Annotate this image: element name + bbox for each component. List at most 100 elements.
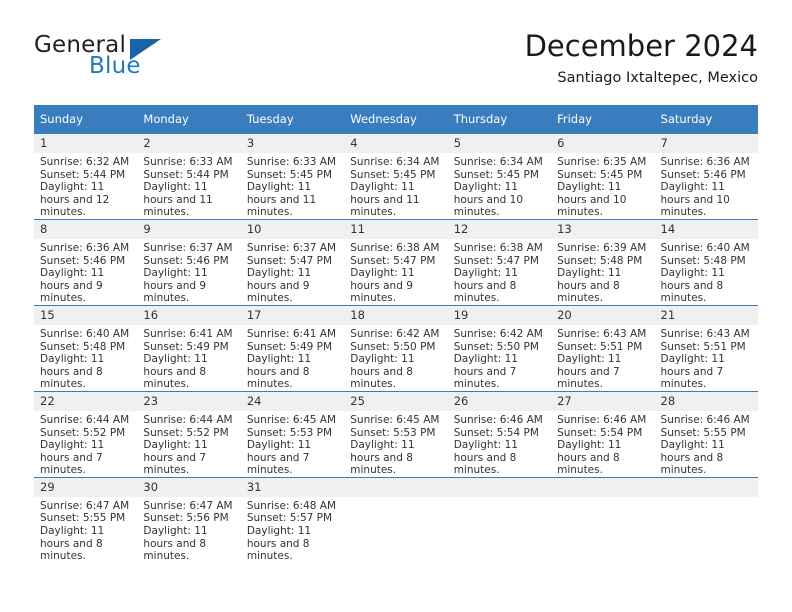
day-info: Sunrise: 6:42 AM Sunset: 5:50 PM Dayligh… <box>344 325 447 391</box>
sunrise-text: Sunrise: 6:40 AM <box>40 327 130 340</box>
day-info: Sunrise: 6:33 AM Sunset: 5:45 PM Dayligh… <box>241 153 344 219</box>
day-number: 11 <box>344 219 448 239</box>
sunset-text: Sunset: 5:50 PM <box>350 340 436 353</box>
page-subtitle: Santiago Ixtaltepec, Mexico <box>557 70 758 86</box>
day-number: 13 <box>551 219 655 239</box>
day-cell[interactable]: 23 Sunrise: 6:44 AM Sunset: 5:52 PM Dayl… <box>137 390 241 478</box>
day-info: Sunrise: 6:45 AM Sunset: 5:53 PM Dayligh… <box>344 411 447 477</box>
sunrise-text: Sunrise: 6:46 AM <box>660 413 750 426</box>
day-cell[interactable]: 10 Sunrise: 6:37 AM Sunset: 5:47 PM Dayl… <box>240 218 345 306</box>
day-cell[interactable]: 19 Sunrise: 6:42 AM Sunset: 5:50 PM Dayl… <box>447 304 552 392</box>
day-number: 29 <box>34 477 138 497</box>
day-info: Sunrise: 6:37 AM Sunset: 5:46 PM Dayligh… <box>137 239 240 305</box>
day-number: 25 <box>344 391 448 411</box>
day-number: 2 <box>137 134 241 153</box>
day-number: 22 <box>34 391 138 411</box>
day-cell[interactable]: 17 Sunrise: 6:41 AM Sunset: 5:49 PM Dayl… <box>240 304 345 392</box>
day-info: Sunrise: 6:38 AM Sunset: 5:47 PM Dayligh… <box>448 239 551 305</box>
sunset-text: Sunset: 5:45 PM <box>350 168 436 181</box>
day-number: 6 <box>551 134 655 153</box>
day-cell[interactable]: 14 Sunrise: 6:40 AM Sunset: 5:48 PM Dayl… <box>654 218 758 306</box>
sunrise-text: Sunrise: 6:37 AM <box>143 241 233 254</box>
day-number <box>551 477 655 497</box>
calendar-page: General Blue December 2024 Santiago Ixta… <box>0 0 792 612</box>
day-info: Sunrise: 6:43 AM Sunset: 5:51 PM Dayligh… <box>655 325 758 391</box>
week-row: 15 Sunrise: 6:40 AM Sunset: 5:48 PM Dayl… <box>34 304 758 392</box>
sunrise-text: Sunrise: 6:37 AM <box>246 241 337 254</box>
day-info: Sunrise: 6:46 AM Sunset: 5:55 PM Dayligh… <box>655 411 758 477</box>
day-info: Sunrise: 6:46 AM Sunset: 5:54 PM Dayligh… <box>551 411 654 477</box>
day-number: 15 <box>34 305 138 325</box>
day-number: 27 <box>551 391 655 411</box>
weekday-header-thursday: Thursday <box>447 105 552 134</box>
daylight-text: Daylight: 11 hours and 8 minutes. <box>40 525 105 563</box>
sunrise-text: Sunrise: 6:39 AM <box>557 241 647 254</box>
day-info: Sunrise: 6:39 AM Sunset: 5:48 PM Dayligh… <box>551 239 654 305</box>
day-cell[interactable]: 24 Sunrise: 6:45 AM Sunset: 5:53 PM Dayl… <box>240 390 345 478</box>
sunset-text: Sunset: 5:48 PM <box>557 254 643 267</box>
day-cell[interactable]: 12 Sunrise: 6:38 AM Sunset: 5:47 PM Dayl… <box>447 218 552 306</box>
day-number: 19 <box>447 305 552 325</box>
weekday-header-monday: Monday <box>137 105 241 134</box>
day-number: 8 <box>34 219 138 239</box>
week-row: 29 Sunrise: 6:47 AM Sunset: 5:55 PM Dayl… <box>34 476 758 563</box>
day-number: 9 <box>137 219 241 239</box>
day-cell[interactable]: 31 Sunrise: 6:48 AM Sunset: 5:57 PM Dayl… <box>240 476 345 563</box>
day-number: 10 <box>240 219 345 239</box>
day-cell[interactable]: 15 Sunrise: 6:40 AM Sunset: 5:48 PM Dayl… <box>34 304 138 392</box>
day-number: 26 <box>447 391 552 411</box>
day-number <box>344 477 448 497</box>
sunrise-text: Sunrise: 6:33 AM <box>143 156 233 168</box>
sunset-text: Sunset: 5:45 PM <box>246 168 333 181</box>
day-cell[interactable]: 18 Sunrise: 6:42 AM Sunset: 5:50 PM Dayl… <box>344 304 448 392</box>
daylight-text: Daylight: 11 hours and 10 minutes. <box>453 181 523 219</box>
sunrise-text: Sunrise: 6:45 AM <box>246 413 337 426</box>
day-cell[interactable]: 7 Sunrise: 6:36 AM Sunset: 5:46 PM Dayli… <box>654 133 758 220</box>
daylight-text: Daylight: 11 hours and 11 minutes. <box>350 181 420 219</box>
daylight-text: Daylight: 11 hours and 7 minutes. <box>557 353 622 391</box>
sunrise-text: Sunrise: 6:36 AM <box>660 156 750 168</box>
day-cell[interactable]: 22 Sunrise: 6:44 AM Sunset: 5:52 PM Dayl… <box>34 390 138 478</box>
weekday-header-friday: Friday <box>551 105 655 134</box>
day-number: 16 <box>137 305 241 325</box>
day-cell[interactable]: 27 Sunrise: 6:46 AM Sunset: 5:54 PM Dayl… <box>551 390 655 478</box>
daylight-text: Daylight: 11 hours and 9 minutes. <box>350 267 415 305</box>
calendar-body: 1 Sunrise: 6:32 AM Sunset: 5:44 PM Dayli… <box>34 133 758 563</box>
day-info: Sunrise: 6:47 AM Sunset: 5:56 PM Dayligh… <box>137 497 240 563</box>
day-cell[interactable]: 6 Sunrise: 6:35 AM Sunset: 5:45 PM Dayli… <box>551 133 655 220</box>
sunset-text: Sunset: 5:47 PM <box>246 254 333 267</box>
day-cell[interactable]: 20 Sunrise: 6:43 AM Sunset: 5:51 PM Dayl… <box>551 304 655 392</box>
day-cell[interactable]: 5 Sunrise: 6:34 AM Sunset: 5:45 PM Dayli… <box>447 133 552 220</box>
day-cell[interactable]: 29 Sunrise: 6:47 AM Sunset: 5:55 PM Dayl… <box>34 476 138 563</box>
sunset-text: Sunset: 5:54 PM <box>453 426 539 439</box>
day-info: Sunrise: 6:43 AM Sunset: 5:51 PM Dayligh… <box>551 325 654 391</box>
general-blue-logo[interactable]: General Blue <box>34 32 264 92</box>
day-cell[interactable]: 9 Sunrise: 6:37 AM Sunset: 5:46 PM Dayli… <box>137 218 241 306</box>
sunrise-text: Sunrise: 6:44 AM <box>143 413 233 426</box>
day-number: 20 <box>551 305 655 325</box>
day-cell[interactable]: 4 Sunrise: 6:34 AM Sunset: 5:45 PM Dayli… <box>344 133 448 220</box>
day-cell[interactable]: 16 Sunrise: 6:41 AM Sunset: 5:49 PM Dayl… <box>137 304 241 392</box>
day-cell[interactable]: 1 Sunrise: 6:32 AM Sunset: 5:44 PM Dayli… <box>34 133 138 220</box>
sunrise-sunset-calendar: Sunday Monday Tuesday Wednesday Thursday… <box>34 105 758 563</box>
day-cell[interactable]: 3 Sunrise: 6:33 AM Sunset: 5:45 PM Dayli… <box>240 133 345 220</box>
day-cell[interactable]: 25 Sunrise: 6:45 AM Sunset: 5:53 PM Dayl… <box>344 390 448 478</box>
day-cell[interactable]: 26 Sunrise: 6:46 AM Sunset: 5:54 PM Dayl… <box>447 390 552 478</box>
day-cell[interactable]: 28 Sunrise: 6:46 AM Sunset: 5:55 PM Dayl… <box>654 390 758 478</box>
sunset-text: Sunset: 5:46 PM <box>143 254 229 267</box>
day-cell[interactable]: 11 Sunrise: 6:38 AM Sunset: 5:47 PM Dayl… <box>344 218 448 306</box>
sunset-text: Sunset: 5:52 PM <box>143 426 229 439</box>
day-cell[interactable]: 13 Sunrise: 6:39 AM Sunset: 5:48 PM Dayl… <box>551 218 655 306</box>
daylight-text: Daylight: 11 hours and 8 minutes. <box>350 439 415 477</box>
day-cell[interactable]: 30 Sunrise: 6:47 AM Sunset: 5:56 PM Dayl… <box>137 476 241 563</box>
sunrise-text: Sunrise: 6:46 AM <box>557 413 647 426</box>
sunset-text: Sunset: 5:44 PM <box>40 168 126 181</box>
weekday-header-sunday: Sunday <box>34 105 138 134</box>
day-info: Sunrise: 6:36 AM Sunset: 5:46 PM Dayligh… <box>34 239 137 305</box>
day-cell[interactable]: 21 Sunrise: 6:43 AM Sunset: 5:51 PM Dayl… <box>654 304 758 392</box>
day-number: 5 <box>447 134 552 153</box>
day-cell[interactable]: 8 Sunrise: 6:36 AM Sunset: 5:46 PM Dayli… <box>34 218 138 306</box>
daylight-text: Daylight: 11 hours and 8 minutes. <box>143 353 208 391</box>
day-info: Sunrise: 6:42 AM Sunset: 5:50 PM Dayligh… <box>448 325 551 391</box>
day-cell[interactable]: 2 Sunrise: 6:33 AM Sunset: 5:44 PM Dayli… <box>137 133 241 220</box>
